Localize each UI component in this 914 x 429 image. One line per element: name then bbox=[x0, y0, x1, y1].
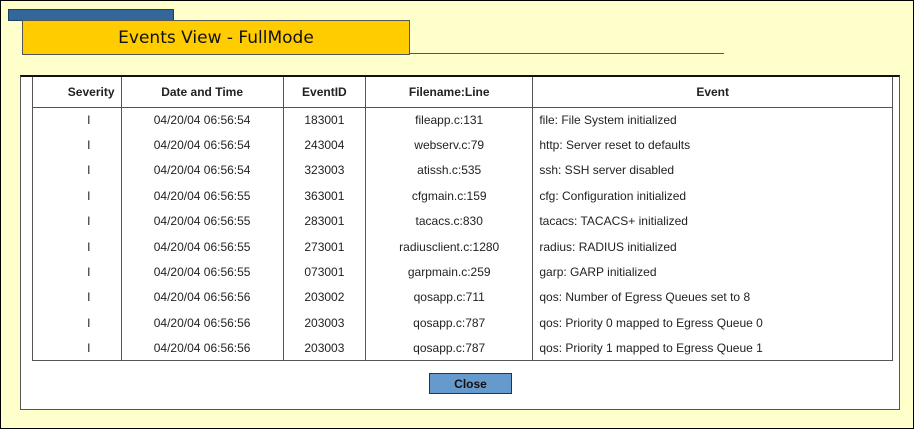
cell-date-time: 04/20/04 06:56:55 bbox=[120, 208, 284, 234]
cell-event: qos: Priority 1 mapped to Egress Queue 1 bbox=[532, 335, 893, 362]
cell-event: qos: Number of Egress Queues set to 8 bbox=[532, 284, 893, 311]
cell-event-id: 203003 bbox=[282, 335, 367, 362]
events-window: Events View - FullMode Severity Date and … bbox=[0, 0, 914, 429]
cell-event: qos: Priority 0 mapped to Egress Queue 0 bbox=[532, 310, 893, 336]
table-header-row: Severity Date and Time EventID Filename:Lin… bbox=[32, 77, 893, 108]
cell-date-time: 04/20/04 06:56:55 bbox=[120, 233, 284, 260]
cell-date-time: 04/20/04 06:56:56 bbox=[120, 335, 284, 362]
table-row: I 04/20/04 06:56:54 183001 fileapp.c:131 fil… bbox=[32, 107, 893, 133]
cell-event-id: 203002 bbox=[282, 284, 367, 311]
table-row: I 04/20/04 06:56:55 073001 garpmain.c:259 ga… bbox=[32, 259, 893, 285]
column-header-date-time: Date and Time bbox=[120, 77, 284, 108]
cell-event: ssh: SSH server disabled bbox=[532, 157, 893, 184]
cell-filename-line: fileapp.c:131 bbox=[365, 107, 534, 133]
cell-event-id: 073001 bbox=[282, 259, 367, 285]
cell-filename-line: tacacs.c:830 bbox=[365, 208, 534, 234]
cell-event-id: 203003 bbox=[282, 310, 367, 336]
table-row: I 04/20/04 06:56:55 283001 tacacs.c:830 taca… bbox=[32, 208, 893, 234]
table-row: I 04/20/04 06:56:55 363001 cfgmain.c:159 cfg… bbox=[32, 183, 893, 209]
cell-severity: I bbox=[32, 157, 122, 184]
cell-event-id: 283001 bbox=[282, 208, 367, 234]
cell-event: file: File System initialized bbox=[532, 107, 893, 133]
events-panel: Severity Date and Time EventID Filename:Lin… bbox=[20, 75, 900, 410]
column-header-severity: Severity bbox=[32, 77, 122, 108]
cell-event: tacacs: TACACS+ initialized bbox=[532, 208, 893, 234]
cell-event: garp: GARP initialized bbox=[532, 259, 893, 285]
cell-date-time: 04/20/04 06:56:56 bbox=[120, 310, 284, 336]
cell-filename-line: webserv.c:79 bbox=[365, 132, 534, 158]
cell-filename-line: qosapp.c:787 bbox=[365, 335, 534, 362]
cell-severity: I bbox=[32, 208, 122, 234]
cell-severity: I bbox=[32, 233, 122, 260]
table-row: I 04/20/04 06:56:54 323003 atissh.c:535 ssh:… bbox=[32, 157, 893, 184]
cell-event-id: 323003 bbox=[282, 157, 367, 184]
cell-severity: I bbox=[32, 107, 122, 133]
cell-severity: I bbox=[32, 310, 122, 336]
cell-filename-line: atissh.c:535 bbox=[365, 157, 534, 184]
cell-severity: I bbox=[32, 259, 122, 285]
cell-filename-line: cfgmain.c:159 bbox=[365, 183, 534, 209]
cell-event: radius: RADIUS initialized bbox=[532, 233, 893, 260]
cell-event-id: 273001 bbox=[282, 233, 367, 260]
table-row: I 04/20/04 06:56:56 203002 qosapp.c:711 qos:… bbox=[32, 284, 893, 311]
cell-event-id: 243004 bbox=[282, 132, 367, 158]
cell-event-id: 183001 bbox=[282, 107, 367, 133]
table-row: I 04/20/04 06:56:54 243004 webserv.c:79 http… bbox=[32, 132, 893, 158]
column-header-event: Event bbox=[532, 77, 893, 108]
table-row: I 04/20/04 06:56:55 273001 radiusclient.c:1… bbox=[32, 233, 893, 260]
cell-event: cfg: Configuration initialized bbox=[532, 183, 893, 209]
cell-filename-line: radiusclient.c:1280 bbox=[365, 233, 534, 260]
table-row: I 04/20/04 06:56:56 203003 qosapp.c:787 qos:… bbox=[32, 335, 893, 362]
title-divider bbox=[409, 53, 724, 54]
cell-date-time: 04/20/04 06:56:54 bbox=[120, 132, 284, 158]
page-title: Events View - FullMode bbox=[22, 20, 410, 55]
cell-event-id: 363001 bbox=[282, 183, 367, 209]
cell-severity: I bbox=[32, 132, 122, 158]
cell-date-time: 04/20/04 06:56:54 bbox=[120, 157, 284, 184]
column-header-filename-line: Filename:Line bbox=[365, 77, 534, 108]
column-header-event-id: EventID bbox=[282, 77, 367, 108]
cell-date-time: 04/20/04 06:56:55 bbox=[120, 259, 284, 285]
cell-filename-line: qosapp.c:711 bbox=[365, 284, 534, 311]
events-table: Severity Date and Time EventID Filename:Lin… bbox=[32, 77, 893, 362]
table-row: I 04/20/04 06:56:56 203003 qosapp.c:787 qos:… bbox=[32, 310, 893, 336]
cell-event: http: Server reset to defaults bbox=[532, 132, 893, 158]
close-button[interactable]: Close bbox=[429, 373, 512, 394]
cell-date-time: 04/20/04 06:56:56 bbox=[120, 284, 284, 311]
cell-severity: I bbox=[32, 183, 122, 209]
cell-date-time: 04/20/04 06:56:55 bbox=[120, 183, 284, 209]
cell-date-time: 04/20/04 06:56:54 bbox=[120, 107, 284, 133]
cell-filename-line: qosapp.c:787 bbox=[365, 310, 534, 336]
cell-severity: I bbox=[32, 335, 122, 362]
cell-filename-line: garpmain.c:259 bbox=[365, 259, 534, 285]
cell-severity: I bbox=[32, 284, 122, 311]
